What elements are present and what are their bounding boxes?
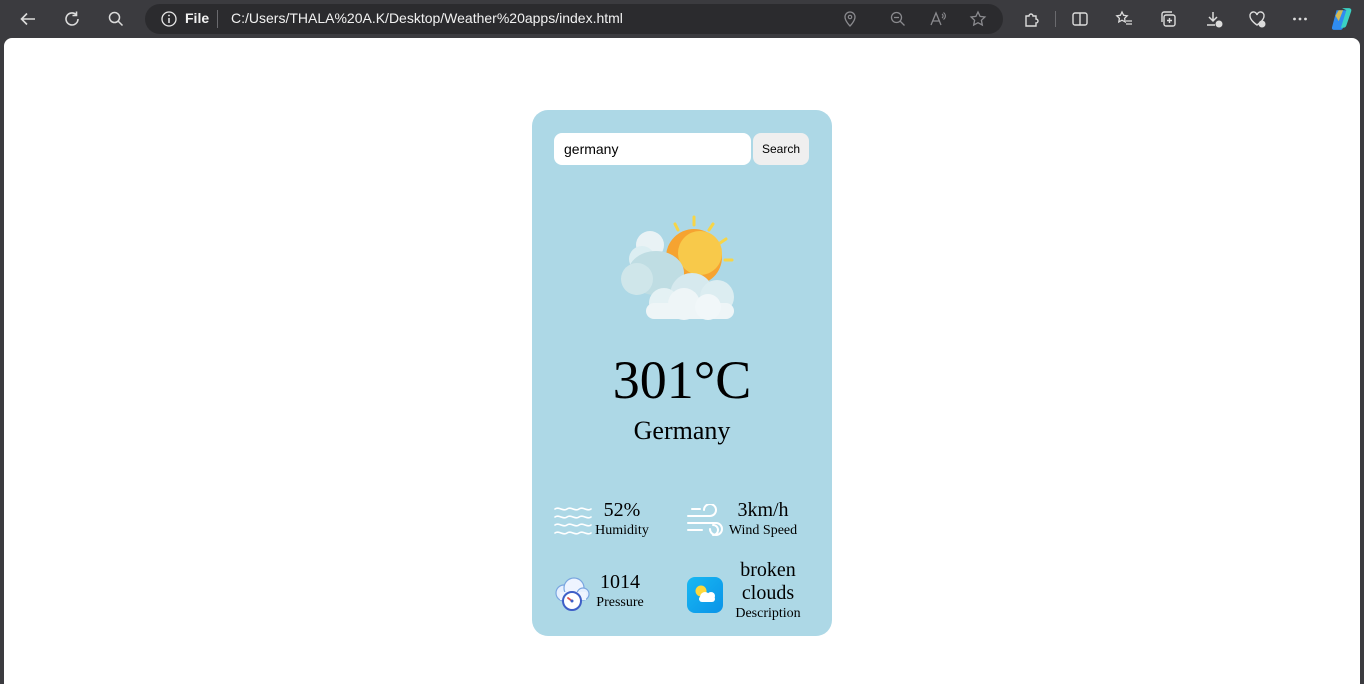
toolbar-divider [1055, 11, 1056, 27]
city-search-input[interactable] [554, 133, 751, 165]
temperature-value: 301°C [612, 350, 752, 410]
city-name: Germany [633, 416, 731, 445]
info-icon[interactable] [161, 11, 177, 27]
ellipsis-icon [1293, 17, 1307, 21]
more-menu-button[interactable] [1285, 4, 1315, 34]
browser-essentials-button[interactable] [1242, 4, 1272, 34]
humidity-waves-icon [554, 507, 592, 535]
wind-stat: 3km/h Wind Speed [724, 499, 802, 539]
back-arrow-icon [20, 12, 35, 26]
search-page-button[interactable] [101, 4, 131, 34]
copilot-icon [1331, 8, 1352, 30]
url-text[interactable]: C:/Users/THALA%20A.K/Desktop/Weather%20a… [231, 10, 623, 26]
browser-toolbar: File C:/Users/THALA%20A.K/Desktop/Weathe… [0, 0, 1364, 38]
weather-app-icon [687, 577, 723, 613]
pressure-label: Pressure [596, 595, 644, 610]
favorites-list-icon [1115, 10, 1132, 25]
file-label: File [185, 10, 210, 26]
puzzle-icon [1025, 13, 1039, 27]
address-separator [217, 10, 218, 28]
split-screen-icon [1072, 12, 1088, 26]
location-icon[interactable] [841, 10, 859, 28]
magnifier-icon [108, 11, 124, 27]
refresh-icon [65, 11, 79, 26]
back-button[interactable] [13, 4, 43, 34]
humidity-value: 52% [603, 499, 641, 521]
heart-pulse-icon [1249, 11, 1266, 28]
page-viewport: Search 301°C Germany [4, 38, 1360, 684]
split-screen-button[interactable] [1065, 4, 1095, 34]
description-stat: broken clouds Description [728, 559, 808, 622]
downloads-button[interactable] [1199, 4, 1229, 34]
zoom-out-icon[interactable] [889, 10, 907, 28]
refresh-button[interactable] [57, 4, 87, 34]
read-aloud-icon[interactable] [929, 10, 947, 28]
humidity-label: Humidity [595, 523, 649, 538]
collections-icon [1161, 11, 1176, 27]
humidity-stat: 52% Humidity [592, 499, 652, 539]
favorites-button[interactable] [1109, 4, 1139, 34]
collections-button[interactable] [1153, 4, 1183, 34]
wind-value: 3km/h [737, 499, 789, 521]
description-label: Description [735, 606, 801, 621]
wind-icon [687, 504, 723, 536]
pressure-value: 1014 [600, 571, 640, 593]
weather-card: Search 301°C Germany [532, 110, 832, 636]
download-icon [1207, 12, 1223, 28]
extensions-button[interactable] [1017, 4, 1047, 34]
search-button[interactable]: Search [753, 133, 809, 165]
address-bar[interactable]: File C:/Users/THALA%20A.K/Desktop/Weathe… [145, 4, 1003, 34]
partly-cloudy-sun-icon [621, 215, 734, 320]
copilot-button[interactable] [1327, 4, 1357, 34]
pressure-stat: 1014 Pressure [588, 571, 652, 611]
favorite-star-icon[interactable] [969, 10, 987, 28]
wind-label: Wind Speed [728, 523, 798, 538]
description-value: broken clouds [740, 559, 796, 604]
pressure-gauge-icon [555, 577, 590, 611]
